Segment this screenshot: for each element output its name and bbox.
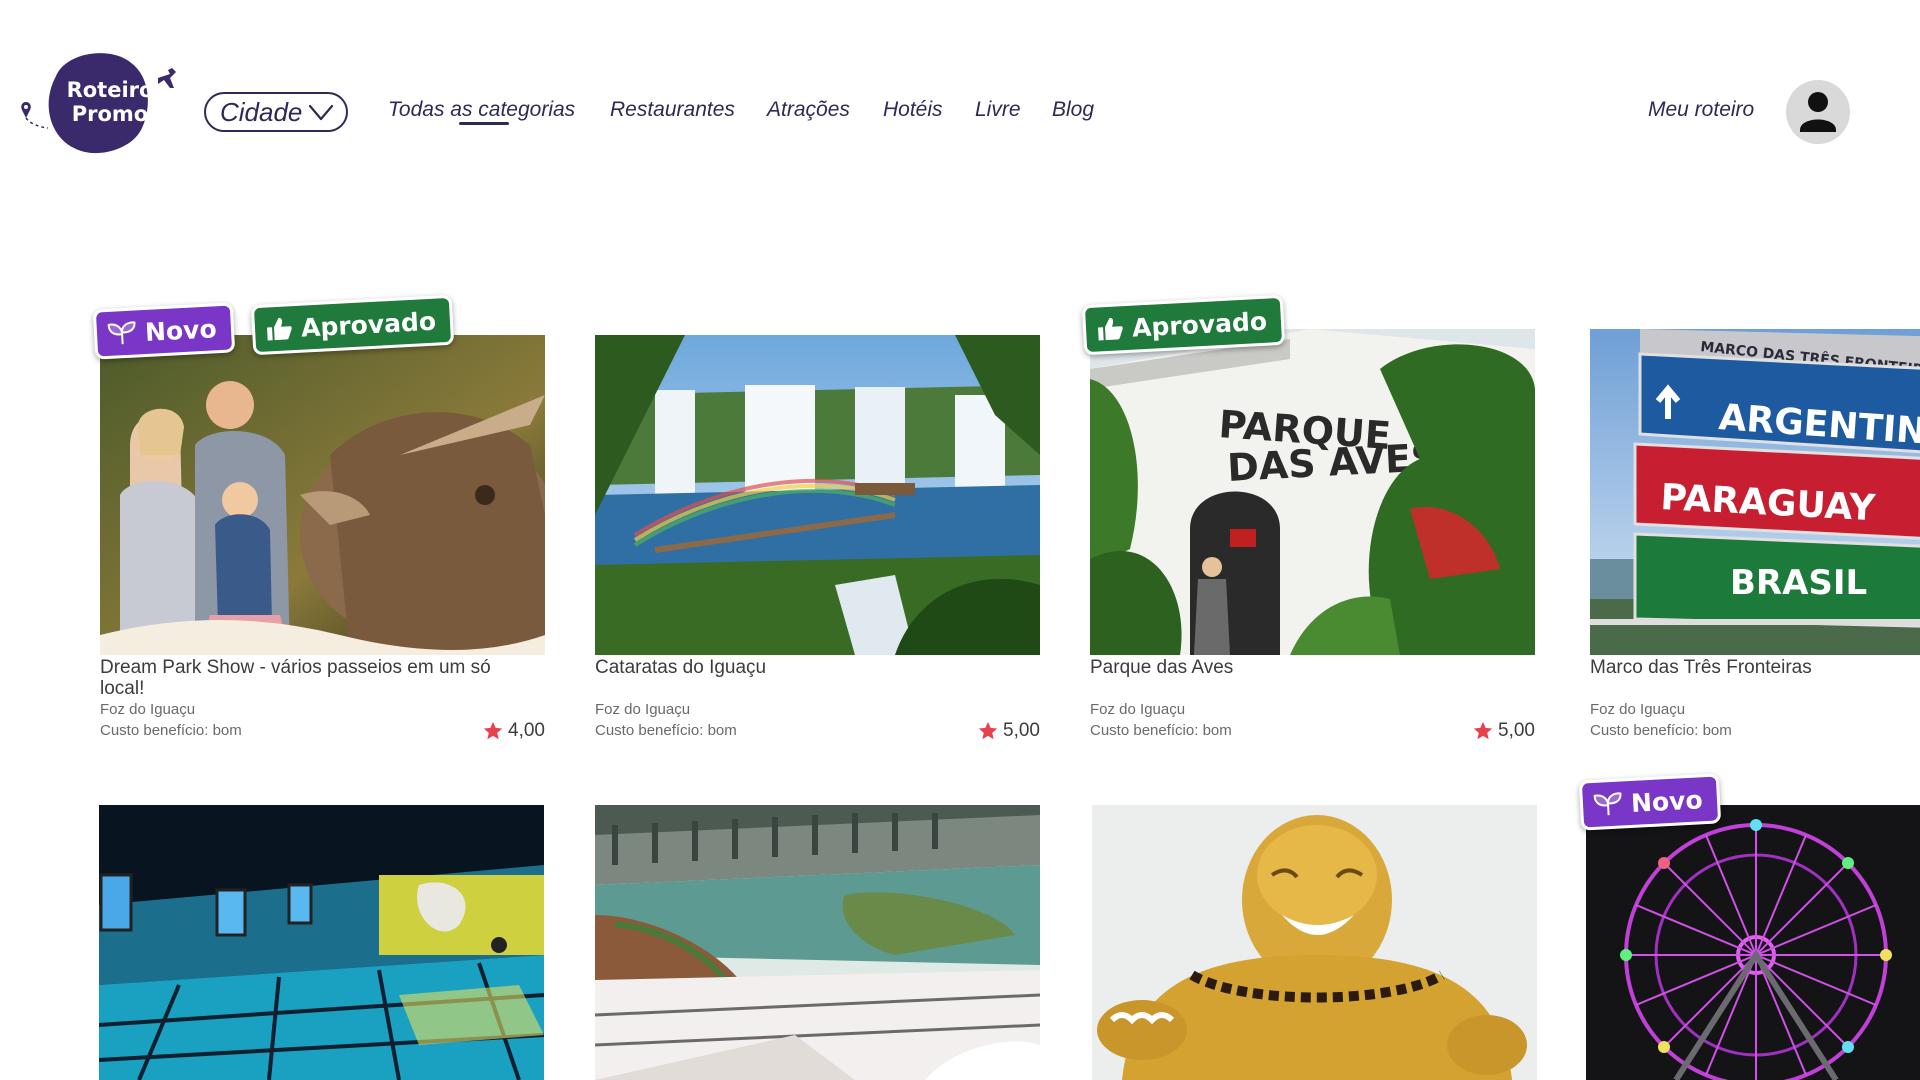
attraction-card[interactable]: PARQUE DAS AVES Parque das Aves Foz do I… — [1090, 329, 1535, 741]
card-title[interactable]: Marco das Três Fronteiras — [1590, 657, 1920, 678]
svg-text:BRASIL: BRASIL — [1730, 563, 1867, 603]
card-city: Foz do Iguaçu — [1590, 701, 1686, 718]
card-image[interactable] — [100, 335, 545, 655]
nav-blog[interactable]: Blog — [1052, 98, 1094, 122]
star-icon — [483, 721, 503, 740]
my-trip-link[interactable]: Meu roteiro — [1648, 98, 1754, 122]
dream-park-photo — [100, 335, 545, 655]
sprout-icon — [107, 321, 136, 345]
novo-badge: Novo — [1578, 773, 1721, 831]
card-title[interactable]: Dream Park Show - vários passeios em um … — [100, 657, 520, 699]
rating-value: 5,00 — [1003, 720, 1040, 741]
card-meta: Foz do Iguaçu Custo benefício: bom — [100, 699, 242, 741]
aprovado-badge: Aprovado — [1081, 294, 1286, 356]
parque-das-aves-photo: PARQUE DAS AVES — [1090, 329, 1535, 655]
card-image[interactable]: MARCO DAS TRÊS FRONTEIRAS ARGENTINA PARA… — [1590, 329, 1920, 655]
active-nav-indicator — [459, 122, 509, 125]
card-value-rating: Custo benefício: bom — [1090, 722, 1232, 739]
novo-badge: Novo — [92, 302, 235, 360]
card-rating: 5,00 — [977, 720, 1040, 742]
nav-hotels[interactable]: Hotéis — [883, 98, 943, 122]
attraction-card[interactable] — [595, 805, 1040, 1080]
card-image[interactable] — [1586, 805, 1920, 1080]
museum-photo — [99, 805, 544, 1080]
attraction-card[interactable] — [1092, 805, 1537, 1080]
waterfalls-photo — [595, 335, 1040, 655]
thumbs-up-icon — [267, 317, 292, 341]
card-value-rating: Custo benefício: bom — [595, 722, 737, 739]
rating-value: 5,00 — [1498, 720, 1535, 741]
itaipu-dam-photo — [595, 805, 1040, 1080]
star-icon — [978, 721, 998, 740]
card-image[interactable] — [99, 805, 544, 1080]
card-city: Foz do Iguaçu — [1090, 701, 1186, 718]
nav-attractions[interactable]: Atrações — [767, 98, 850, 122]
card-image[interactable] — [595, 335, 1040, 655]
brand-logo[interactable]: Roteiro Promo — [18, 48, 178, 158]
attraction-card[interactable]: Cataratas do Iguaçu Foz do Iguaçu Custo … — [595, 335, 1040, 741]
attraction-card[interactable] — [99, 805, 544, 1080]
sprout-icon — [1593, 792, 1622, 816]
thumbs-up-icon — [1098, 317, 1123, 341]
attraction-card[interactable] — [1586, 805, 1920, 1080]
user-avatar[interactable] — [1786, 80, 1850, 144]
card-image[interactable] — [595, 805, 1040, 1080]
user-icon — [1800, 92, 1836, 132]
card-city: Foz do Iguaçu — [595, 701, 691, 718]
brand-name: Roteiro Promo — [66, 78, 154, 126]
card-title[interactable]: Parque das Aves — [1090, 657, 1510, 678]
nav-all-categories[interactable]: Todas as categorias — [388, 98, 575, 122]
chevron-down-icon — [308, 104, 334, 121]
card-rating: 5,00 — [1472, 720, 1535, 742]
star-icon — [1473, 721, 1493, 740]
card-image[interactable]: PARQUE DAS AVES — [1090, 329, 1535, 655]
rating-value: 4,00 — [508, 720, 545, 741]
card-value-rating: Custo benefício: bom — [100, 722, 242, 739]
card-meta: Foz do Iguaçu Custo benefício: bom — [595, 699, 737, 741]
card-meta: Foz do Iguaçu Custo benefício: bom — [1590, 699, 1732, 741]
aprovado-badge: Aprovado — [250, 294, 455, 356]
city-selector[interactable]: Cidade — [204, 92, 348, 132]
card-rating: 4,00 — [482, 720, 545, 742]
buddha-statue-photo — [1092, 805, 1537, 1080]
marco-fronteiras-photo: MARCO DAS TRÊS FRONTEIRAS ARGENTINA PARA… — [1590, 329, 1920, 655]
card-meta: Foz do Iguaçu Custo benefício: bom — [1090, 699, 1232, 741]
card-city: Foz do Iguaçu — [100, 701, 196, 718]
attraction-card[interactable]: MARCO DAS TRÊS FRONTEIRAS ARGENTINA PARA… — [1590, 329, 1920, 739]
ferris-wheel-photo — [1586, 805, 1920, 1080]
attraction-card[interactable]: Dream Park Show - vários passeios em um … — [100, 335, 545, 741]
card-title[interactable]: Cataratas do Iguaçu — [595, 657, 1015, 678]
card-image[interactable] — [1092, 805, 1537, 1080]
nav-free[interactable]: Livre — [975, 98, 1021, 122]
nav-restaurants[interactable]: Restaurantes — [610, 98, 735, 122]
site-header: Roteiro Promo Cidade Todas as categorias… — [0, 0, 1920, 170]
card-value-rating: Custo benefício: bom — [1590, 722, 1732, 739]
city-selector-label: Cidade — [220, 96, 303, 127]
